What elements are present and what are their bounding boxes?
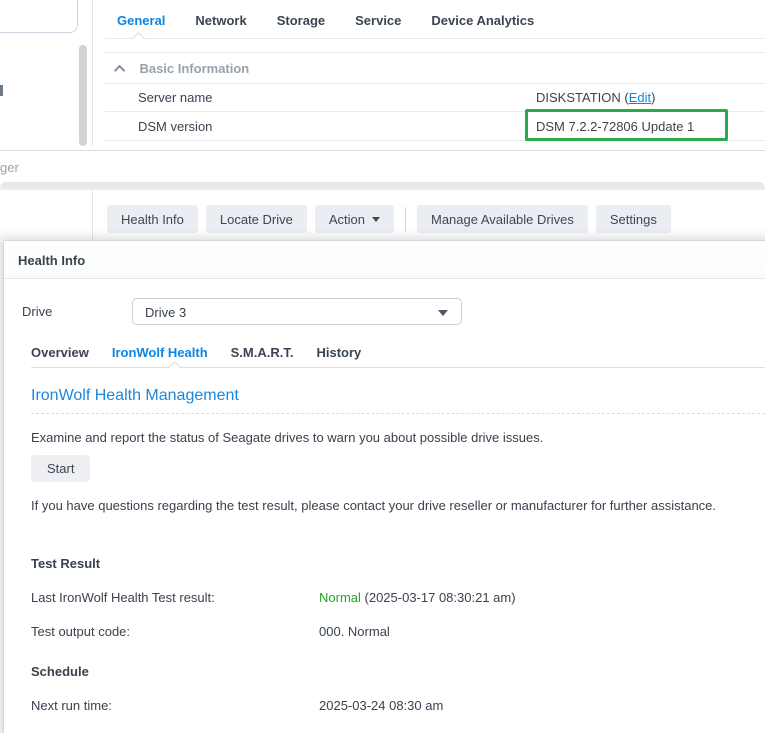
last-test-value: Normal (2025-03-17 08:30:21 am) [319, 590, 516, 605]
button-label: Settings [610, 212, 657, 227]
control-panel-tabs: General Network Storage Service Device A… [117, 13, 534, 28]
sidebar-fragment [0, 85, 3, 96]
drive-label: Drive [22, 304, 52, 319]
toolbar-separator [405, 207, 406, 232]
storage-manager-window: ger Health Info Locate Drive Action Mana… [0, 151, 765, 240]
drive-select[interactable]: Drive 3 [132, 298, 462, 325]
chevron-up-icon [114, 65, 125, 76]
caret-down-icon [438, 310, 448, 316]
row-divider [105, 83, 765, 84]
dialog-titlebar[interactable]: Health Info [4, 241, 765, 279]
server-name-paren: ) [651, 90, 655, 105]
description-text: Examine and report the status of Seagate… [31, 428, 751, 448]
tab-history[interactable]: History [316, 345, 361, 360]
tab-overview[interactable]: Overview [31, 345, 89, 360]
last-test-label: Last IronWolf Health Test result: [31, 590, 215, 605]
manage-available-drives-button[interactable]: Manage Available Drives [417, 205, 588, 233]
tab-device-analytics[interactable]: Device Analytics [431, 13, 534, 28]
schedule-title: Schedule [31, 664, 89, 679]
storage-manager-toolbar: Health Info Locate Drive Action Manage A… [107, 205, 671, 233]
button-label: Manage Available Drives [431, 212, 574, 227]
tab-ironwolf-health[interactable]: IronWolf Health [112, 345, 208, 360]
settings-button[interactable]: Settings [596, 205, 671, 233]
vertical-divider [92, 190, 93, 240]
next-run-value: 2025-03-24 08:30 am [319, 698, 443, 713]
server-name-text: DISKSTATION ( [536, 90, 629, 105]
button-label: Locate Drive [220, 212, 293, 227]
scrollbar-thumb[interactable] [79, 45, 87, 146]
output-code-label: Test output code: [31, 624, 130, 639]
drive-select-value: Drive 3 [145, 305, 186, 320]
button-label: Start [47, 461, 74, 476]
search-input[interactable] [0, 0, 78, 33]
start-button[interactable]: Start [31, 455, 90, 482]
basic-information-header[interactable]: Basic Information [117, 60, 249, 78]
active-tab-notch [168, 361, 181, 374]
server-name-label: Server name [138, 90, 212, 105]
action-menu-button[interactable]: Action [315, 205, 394, 233]
highlight-box [525, 109, 728, 141]
edit-link[interactable]: Edit [629, 90, 651, 105]
output-code-value: 000. Normal [319, 624, 390, 639]
window-title-fragment: ger [0, 160, 19, 175]
section-divider [105, 52, 765, 53]
test-result-title: Test Result [31, 556, 100, 571]
server-name-value: DISKSTATION (Edit) [536, 90, 655, 105]
active-tab-notch [132, 32, 145, 45]
tab-underline [105, 38, 765, 39]
button-label: Action [329, 212, 365, 227]
tab-underline [31, 367, 765, 368]
caret-down-icon [372, 217, 380, 222]
next-run-label: Next run time: [31, 698, 112, 713]
dialog-title: Health Info [18, 253, 85, 268]
note-text: If you have questions regarding the test… [31, 496, 737, 516]
button-label: Health Info [121, 212, 184, 227]
dsm-version-label: DSM version [138, 119, 212, 134]
locate-drive-button[interactable]: Locate Drive [206, 205, 307, 233]
vertical-divider [92, 0, 93, 146]
tab-network[interactable]: Network [195, 13, 246, 28]
tab-smart[interactable]: S.M.A.R.T. [231, 345, 294, 360]
panel-top-edge [0, 182, 765, 190]
screen: General Network Storage Service Device A… [0, 0, 765, 733]
tab-service[interactable]: Service [355, 13, 401, 28]
health-info-button[interactable]: Health Info [107, 205, 198, 233]
section-title: Basic Information [139, 61, 249, 76]
last-test-detail: (2025-03-17 08:30:21 am) [361, 590, 516, 605]
tab-general[interactable]: General [117, 13, 165, 28]
tab-storage[interactable]: Storage [277, 13, 325, 28]
status-badge: Normal [319, 590, 361, 605]
control-panel-window: General Network Storage Service Device A… [0, 0, 765, 151]
dialog-tabs: Overview IronWolf Health S.M.A.R.T. Hist… [31, 345, 361, 360]
page-title: IronWolf Health Management [31, 387, 239, 405]
dashed-divider [31, 413, 765, 414]
health-info-dialog: Health Info Drive Drive 3 Overview IronW… [3, 240, 765, 733]
